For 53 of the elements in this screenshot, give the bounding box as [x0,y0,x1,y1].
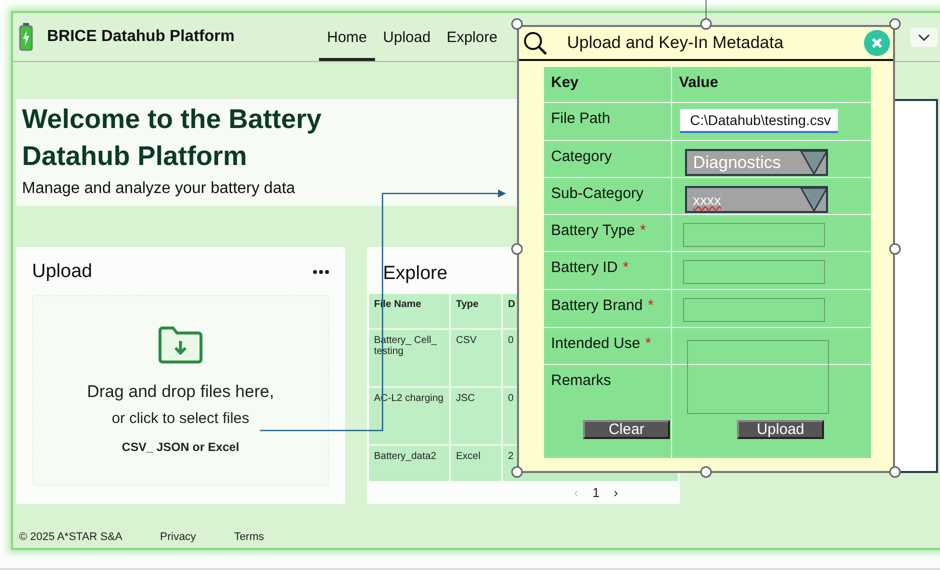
upload-button[interactable]: Upload [737,420,824,439]
input-field[interactable] [683,260,825,284]
footer-link[interactable]: Terms [234,531,264,543]
column-header: Key [544,67,671,102]
input-field[interactable] [683,223,825,247]
field-label: Category [551,148,612,165]
required-marker: * [645,335,652,352]
input-field[interactable]: C:\Datahub\testing.csv [680,109,838,133]
table-cell: JSC [451,388,501,444]
required-marker: * [622,259,629,276]
app-title: BRICE Datahub Platform [47,28,235,46]
next-page-button[interactable]: › [614,485,618,500]
dropzone-text: Drag and drop files here, [86,382,274,402]
field-label: Sub-Category [551,185,644,202]
hero-title: Welcome to the Battery Datahub Platform [22,103,323,173]
dropzone[interactable]: Drag and drop files here, or click to select files CSV_ JSON or Excel [32,295,329,486]
nav-tab[interactable]: Upload [375,13,439,61]
search-icon [523,31,547,55]
dropdown-arrow-icon [800,150,828,176]
field-label: File Path [551,110,610,127]
field-label: Battery Brand [551,297,643,314]
folder-download-icon [157,326,204,364]
field-label: Intended Use [551,335,640,352]
column-header: Value [672,67,871,102]
field-label: Battery ID [551,259,618,276]
input-field[interactable] [683,298,825,322]
dialog-title: Upload and Key-In Metadata [567,33,784,53]
card-title: Upload [32,261,92,283]
copyright-text: © 2025 A*STAR S&A [19,531,124,543]
table-cell: Battery_data2 [369,446,449,481]
field-label: Remarks [551,372,612,389]
chevron-down-icon [918,34,930,40]
field-label: Battery Type [551,222,635,239]
page-number[interactable]: 1 [592,485,600,500]
close-button[interactable] [864,30,890,56]
user-menu[interactable] [910,28,938,46]
dropdown-arrow-icon [800,186,828,212]
text-area[interactable] [687,340,829,414]
column-header: Type [451,294,501,328]
table-cell: CSV [451,330,501,386]
battery-logo-icon [19,23,33,51]
dropzone-text: or click to select files [112,410,250,427]
card-title: Explore [383,263,448,284]
hero-subtitle: Manage and analyze your battery data [22,180,296,198]
required-marker: * [648,297,654,314]
clear-button[interactable]: Clear [583,420,670,439]
table-cell: Excel [451,446,501,481]
file-format-note: CSV_ JSON or Excel [122,440,240,454]
required-marker: * [640,222,646,239]
nav-tab[interactable]: Explore [438,13,506,61]
more-icon [313,270,329,274]
footer-link[interactable]: Privacy [160,531,196,543]
nav-tab[interactable]: Home [319,13,376,61]
